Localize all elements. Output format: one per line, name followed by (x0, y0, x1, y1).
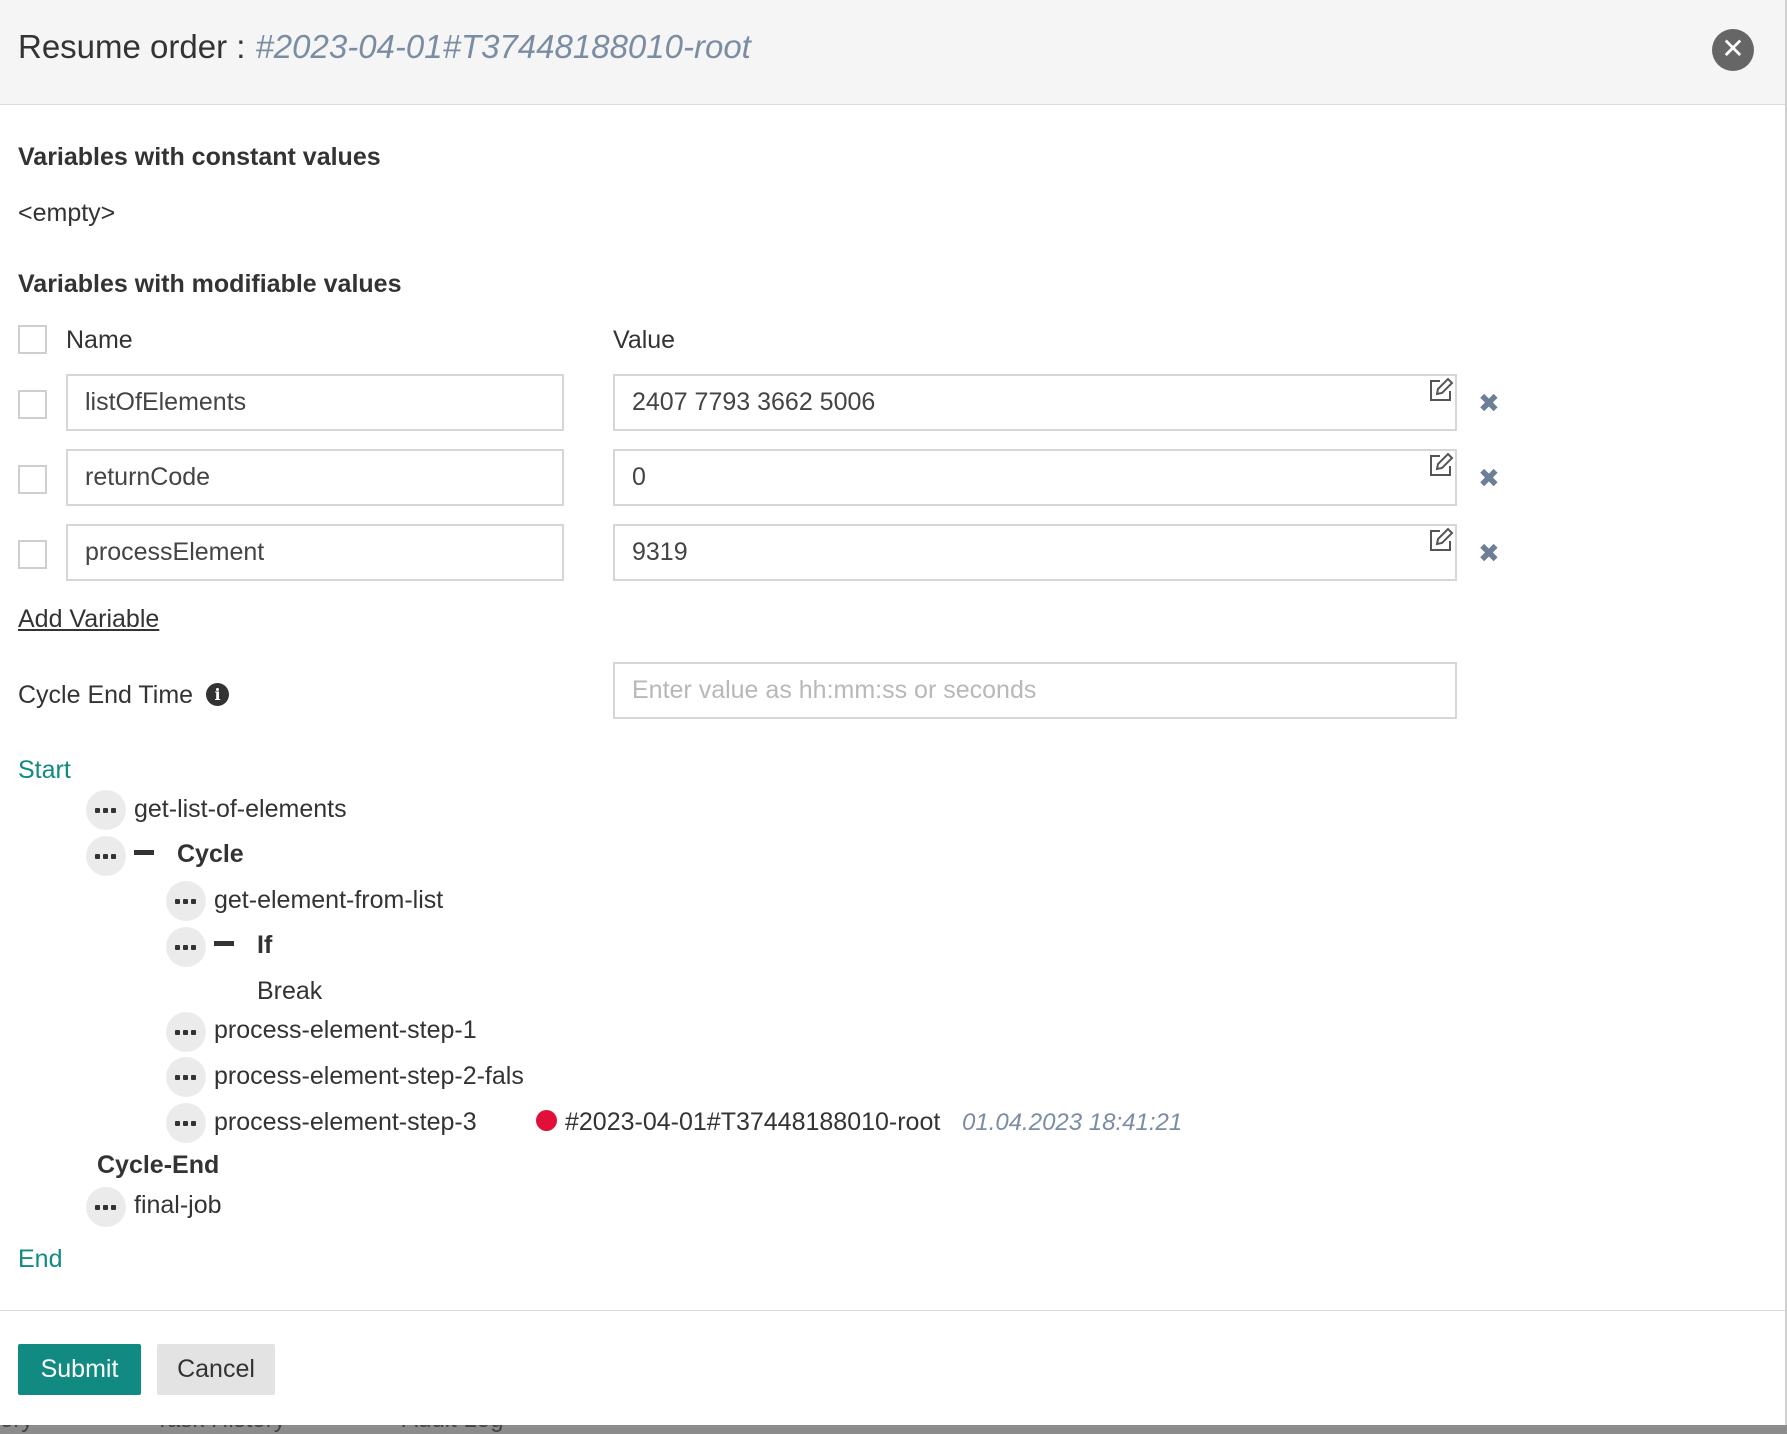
info-icon[interactable]: i (206, 683, 229, 706)
workflow-end: End (18, 1245, 63, 1273)
job-process-element-step-2: process-element-step-2-fals (214, 1062, 524, 1090)
submit-button[interactable]: Submit (18, 1344, 141, 1395)
order-id: #2023-04-01#T37448188010-root (255, 28, 751, 65)
job-get-list-of-elements: get-list-of-elements (134, 795, 347, 823)
job-process-element-step-3: process-element-step-3 (214, 1108, 477, 1136)
edit-icon[interactable] (1428, 377, 1454, 403)
variable-value-input[interactable]: 0 (613, 449, 1457, 506)
cycle-end-label: Cycle-End (97, 1151, 220, 1179)
job-get-element-from-list: get-element-from-list (214, 886, 444, 914)
job-final-job: final-job (134, 1191, 222, 1219)
cancel-button[interactable]: Cancel (157, 1344, 275, 1395)
variable-value-input[interactable]: 2407 7793 3662 5006 (613, 374, 1457, 431)
order-status-dot (536, 1110, 557, 1131)
cycle-label: Cycle (177, 840, 244, 868)
edit-icon[interactable] (1428, 527, 1454, 553)
variable-row-checkbox[interactable] (18, 540, 47, 569)
if-label: If (257, 931, 273, 959)
collapse-if-icon[interactable] (214, 941, 234, 946)
variable-row-checkbox[interactable] (18, 390, 47, 419)
variable-name-input[interactable]: returnCode (66, 449, 564, 506)
resume-order-modal: Resume order : #2023-04-01#T37448188010-r… (0, 0, 1787, 1425)
modifiable-heading: Variables with modifiable values (18, 270, 402, 298)
close-icon[interactable]: ✕ (1712, 29, 1754, 71)
cycle-options-button[interactable] (86, 836, 126, 876)
current-order-link[interactable]: #2023-04-01#T37448188010-root (565, 1108, 940, 1137)
remove-variable-icon[interactable]: ✖ (1478, 390, 1500, 416)
edit-icon[interactable] (1428, 452, 1454, 478)
value-column-header: Value (613, 326, 676, 354)
remove-variable-icon[interactable]: ✖ (1478, 465, 1500, 491)
variable-value-input[interactable]: 9319 (613, 524, 1457, 581)
variable-name-input[interactable]: processElement (66, 524, 564, 581)
collapse-cycle-icon[interactable] (134, 850, 154, 855)
order-timestamp: 01.04.2023 18:41:21 (962, 1109, 1183, 1136)
remove-variable-icon[interactable]: ✖ (1478, 540, 1500, 566)
constants-empty: <empty> (18, 199, 116, 227)
job-options-button[interactable] (86, 1187, 126, 1227)
modal-title-label: Resume order : (18, 28, 246, 65)
if-options-button[interactable] (166, 927, 206, 967)
select-all-checkbox[interactable] (18, 325, 47, 354)
cycle-end-time-label: Cycle End Time (18, 681, 194, 709)
variable-name-input[interactable]: listOfElements (66, 374, 564, 431)
break-label: Break (257, 977, 323, 1005)
constants-heading: Variables with constant values (18, 143, 381, 171)
modal-title: Resume order : #2023-04-01#T37448188010-r… (18, 28, 751, 66)
variable-row-checkbox[interactable] (18, 465, 47, 494)
job-options-button[interactable] (166, 881, 206, 921)
modal-header: Resume order : #2023-04-01#T37448188010-r… (0, 0, 1785, 105)
job-process-element-step-1: process-element-step-1 (214, 1016, 477, 1044)
cycle-end-time-input[interactable]: Enter value as hh:mm:ss or seconds (613, 662, 1457, 719)
job-options-button[interactable] (86, 790, 126, 830)
name-column-header: Name (66, 326, 133, 354)
job-options-button[interactable] (166, 1103, 206, 1143)
workflow-start: Start (18, 756, 71, 784)
add-variable-link[interactable]: Add Variable (18, 605, 159, 634)
footer-divider (0, 1310, 1785, 1311)
job-options-button[interactable] (166, 1012, 206, 1052)
job-options-button[interactable] (166, 1057, 206, 1097)
